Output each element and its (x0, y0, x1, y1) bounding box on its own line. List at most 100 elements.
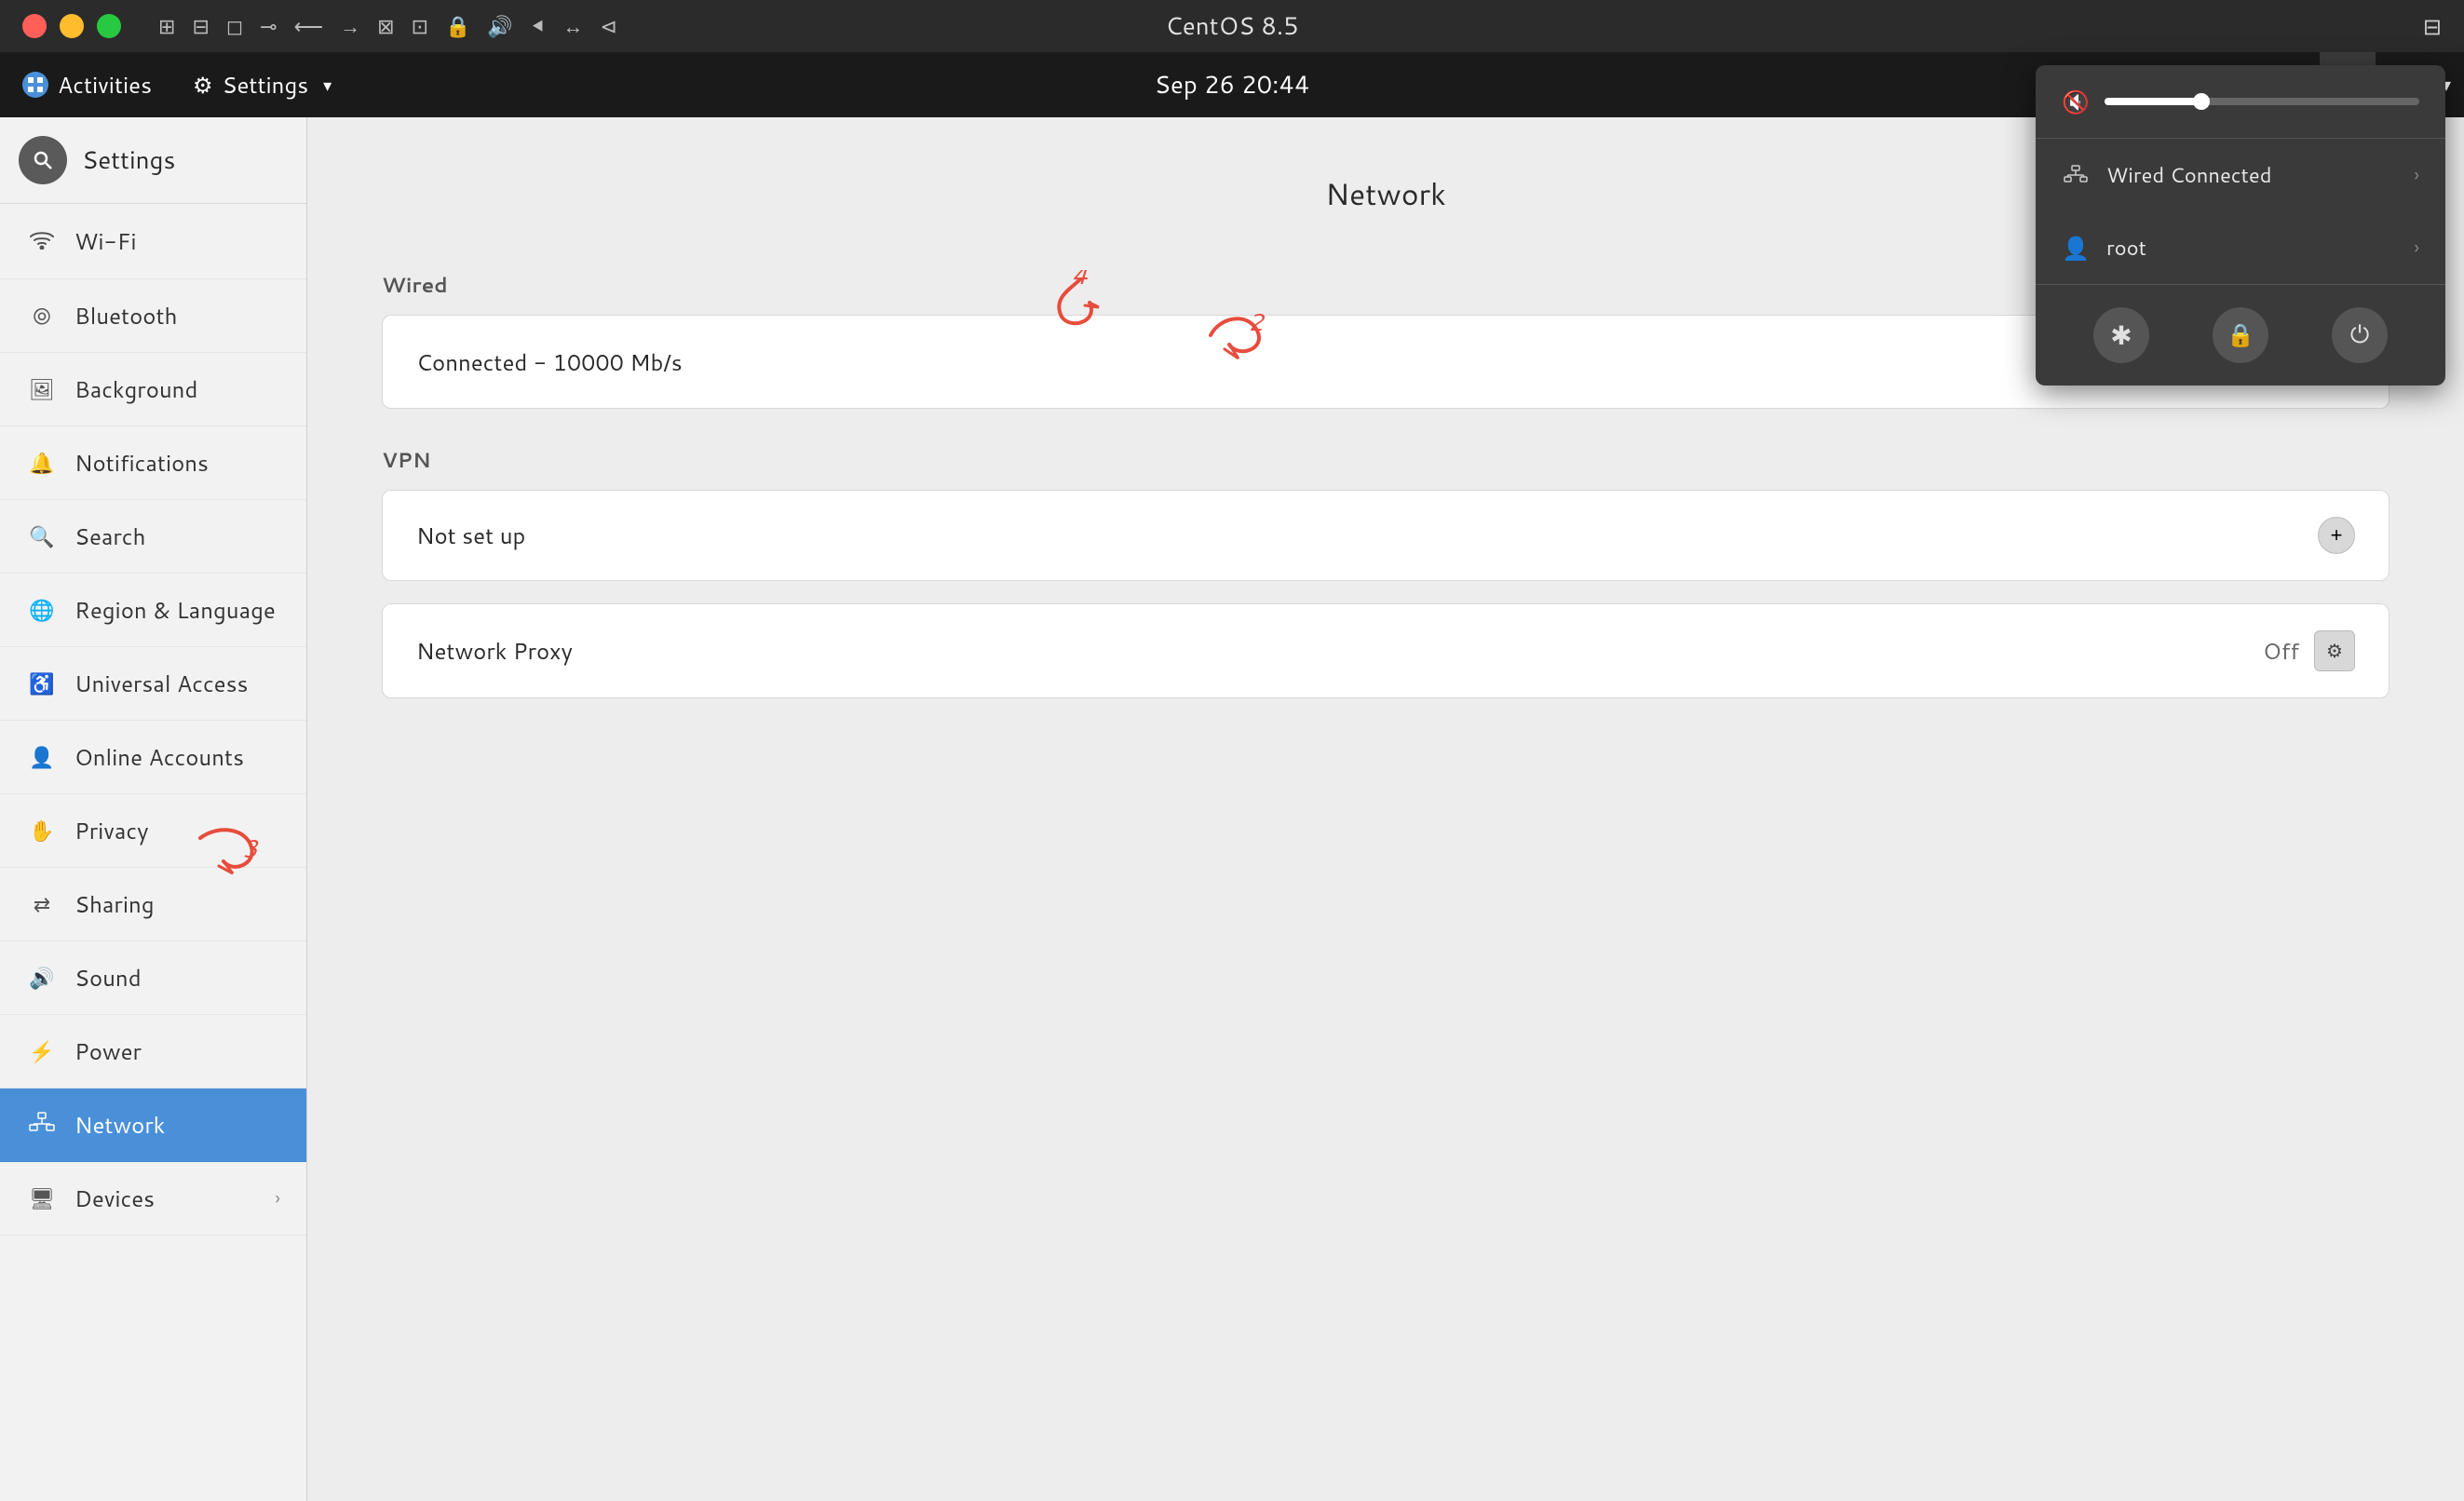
proxy-row: Network Proxy Off ⚙ (383, 604, 2389, 697)
sidebar-item-online-accounts[interactable]: 👤 Online Accounts (0, 721, 306, 794)
sidebar-item-notifications[interactable]: 🔔 Notifications (0, 426, 306, 500)
sidebar-item-privacy[interactable]: ✋ Privacy (0, 794, 306, 868)
sidebar-toggle-icon[interactable]: ⊞ (158, 12, 175, 41)
activities-label: Activities (58, 69, 152, 101)
sound-icon: 🔊 (26, 964, 58, 993)
root-user-label: root (2106, 234, 2397, 263)
sidebar-item-label-region: Region & Language (74, 594, 280, 626)
sidebar-item-label-search: Search (74, 521, 280, 552)
sidebar-item-power[interactable]: ⚡ Power (0, 1015, 306, 1089)
sharing-icon: ⇄ (26, 890, 58, 919)
wired-connected-label: Wired Connected (2106, 161, 2397, 190)
back-icon[interactable]: ⟵ (294, 12, 324, 41)
screenshot-icon[interactable]: ⊟ (192, 12, 209, 41)
wired-connection-label: Connected - 10000 Mb/s (416, 346, 2204, 378)
resize-icon[interactable]: ↔ (562, 12, 583, 41)
vpn-add-button[interactable]: + (2318, 517, 2355, 554)
vpn-card: Not set up + (382, 490, 2390, 581)
sidebar-item-wifi[interactable]: Wi-Fi (0, 204, 306, 279)
wired-connected-menu-item[interactable]: Wired Connected › (2036, 139, 2445, 211)
sidebar-item-background[interactable]: 🖼 Background (0, 353, 306, 426)
sidebar-item-search[interactable]: 🔍 Search (0, 500, 306, 574)
sidebar-item-sound[interactable]: 🔊 Sound (0, 941, 306, 1015)
settings-menu-label: Settings (223, 69, 309, 101)
region-icon: 🌐 (26, 596, 58, 625)
sidebar-item-label-privacy: Privacy (74, 815, 280, 846)
root-user-chevron-icon: › (2414, 235, 2419, 261)
lock-screen-button[interactable]: 🔒 (2213, 307, 2268, 363)
minimize-button[interactable] (60, 14, 84, 38)
proxy-value: Off (2263, 635, 2299, 667)
proxy-label: Network Proxy (416, 635, 2263, 667)
nav-icon-2[interactable]: ⊸ (260, 12, 277, 41)
share-icon[interactable]: ⊲ (600, 12, 616, 41)
sidebar-item-label-devices: Devices (74, 1183, 258, 1214)
nav-icon-1[interactable]: ◻ (226, 12, 243, 41)
volume-icon[interactable]: 🔊 (487, 12, 512, 41)
quick-settings-button[interactable]: ✱ (2093, 307, 2149, 363)
window-title: CentOS 8.5 (1165, 9, 1298, 43)
vpn-status-label: Not set up (416, 520, 2318, 551)
universal-access-icon: ♿ (26, 669, 58, 698)
close-button[interactable] (22, 14, 47, 38)
sidebar-item-label-notifications: Notifications (74, 447, 280, 479)
root-user-menu-item[interactable]: 👤 root › (2036, 211, 2445, 284)
settings-menu-button[interactable]: ⚙ Settings ▾ (174, 52, 350, 117)
volume-dot (2193, 93, 2210, 110)
traffic-lights (0, 14, 121, 38)
activities-button[interactable]: Activities (0, 52, 174, 117)
online-accounts-icon: 👤 (26, 743, 58, 772)
settings-menu-arrow: ▾ (323, 73, 332, 97)
proxy-gear-button[interactable]: ⚙ (2314, 630, 2355, 671)
volume-slider[interactable] (2105, 98, 2419, 105)
forward-icon[interactable]: → (340, 12, 360, 41)
notifications-icon: 🔔 (26, 449, 58, 478)
sidebar-item-label-bluetooth: Bluetooth (74, 300, 280, 331)
sidebar-item-label-network: Network (74, 1109, 280, 1141)
user-icon: 👤 (2062, 232, 2090, 264)
search-icon: 🔍 (26, 522, 58, 551)
titlebar-toolbar: ⊞ ⊟ ◻ ⊸ ⟵ → ⊠ ⊡ 🔒 🔊 ⯇ ↔ ⊲ (158, 12, 617, 41)
vpn-status-row: Not set up + (383, 491, 2389, 580)
sidebar-item-devices[interactable]: 🖥 Devices › (0, 1162, 306, 1236)
sidebar-header: Settings (0, 117, 306, 204)
lock-icon[interactable]: 🔒 (445, 12, 470, 41)
sidebar-item-label-online-accounts: Online Accounts (74, 741, 280, 773)
dropdown-volume-icon: 🔇 (2062, 86, 2090, 117)
volume-fill (2105, 98, 2199, 105)
sidebar-item-universal-access[interactable]: ♿ Universal Access (0, 647, 306, 721)
titlebar: ⊞ ⊟ ◻ ⊸ ⟵ → ⊠ ⊡ 🔒 🔊 ⯇ ↔ ⊲ CentOS 8.5 ⊟ (0, 0, 2464, 52)
sidebar-item-label-sound: Sound (74, 962, 280, 994)
nav-back-icon[interactable]: ⯇ (530, 12, 547, 41)
power-off-button[interactable]: ⏻ (2332, 307, 2388, 363)
devices-chevron-icon: › (275, 1185, 280, 1211)
sidebar-item-label-sharing: Sharing (74, 888, 280, 920)
sidebar-item-sharing[interactable]: ⇄ Sharing (0, 868, 306, 941)
nav-icon-3[interactable]: ⊠ (377, 12, 394, 41)
sidebar-item-region[interactable]: 🌐 Region & Language (0, 574, 306, 647)
sidebar: Settings Wi-Fi ⦾ Bluetooth 🖼 Background … (0, 117, 307, 1501)
wifi-icon (26, 224, 58, 258)
sidebar-item-label-background: Background (74, 373, 280, 405)
activities-icon (22, 72, 48, 98)
bluetooth-icon: ⦾ (26, 300, 58, 331)
sidebar-item-network[interactable]: Network (0, 1089, 306, 1162)
proxy-card: Network Proxy Off ⚙ (382, 603, 2390, 698)
sidebar-title: Settings (82, 143, 175, 177)
sidebar-item-label-power: Power (74, 1035, 280, 1067)
window-control-icon[interactable]: ⊟ (2423, 10, 2442, 42)
system-dropdown-panel: 🔇 Wired Connected › 👤 root › ✱ 🔒 (2036, 65, 2445, 385)
wired-connected-icon (2062, 159, 2090, 191)
datetime-display: Sep 26 20:44 (1155, 68, 1310, 101)
background-icon: 🖼 (26, 375, 58, 404)
sidebar-item-label-universal-access: Universal Access (74, 668, 280, 699)
maximize-button[interactable] (97, 14, 121, 38)
settings-icon: ⚙ (193, 69, 213, 101)
devices-icon: 🖥 (26, 1184, 58, 1213)
nav-icon-4[interactable]: ⊡ (412, 12, 428, 41)
sidebar-item-bluetooth[interactable]: ⦾ Bluetooth (0, 279, 306, 353)
sidebar-item-label-wifi: Wi-Fi (74, 225, 280, 257)
power-icon: ⚡ (26, 1037, 58, 1066)
sidebar-search-button[interactable] (19, 136, 67, 184)
privacy-icon: ✋ (26, 817, 58, 845)
